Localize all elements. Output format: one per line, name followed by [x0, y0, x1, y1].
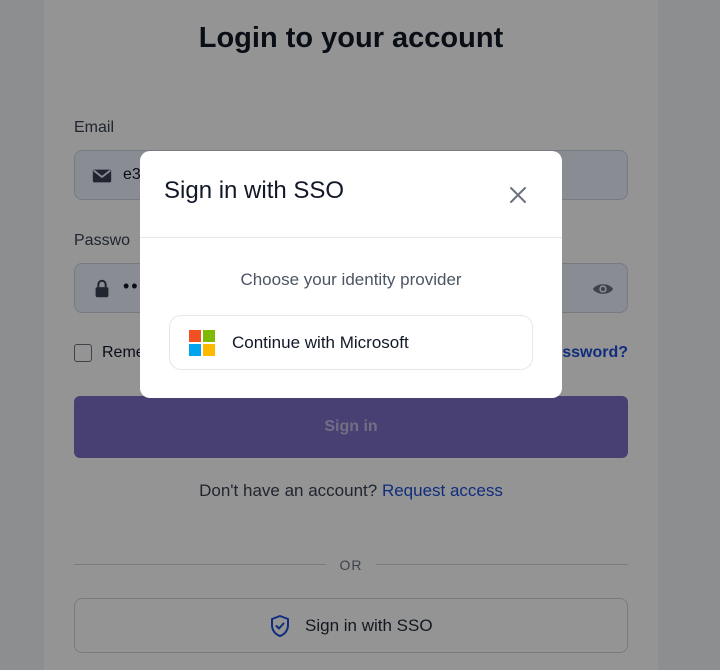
sso-modal: Sign in with SSO Choose your identity pr… [140, 151, 562, 398]
close-button[interactable] [504, 181, 532, 209]
close-icon [510, 187, 526, 203]
microsoft-button-label: Continue with Microsoft [232, 333, 409, 352]
continue-with-microsoft-button[interactable]: Continue with Microsoft [169, 315, 533, 370]
modal-divider [140, 237, 562, 238]
modal-subtitle: Choose your identity provider [240, 270, 462, 289]
modal-title: Sign in with SSO [164, 177, 345, 204]
microsoft-logo-icon [189, 330, 215, 356]
